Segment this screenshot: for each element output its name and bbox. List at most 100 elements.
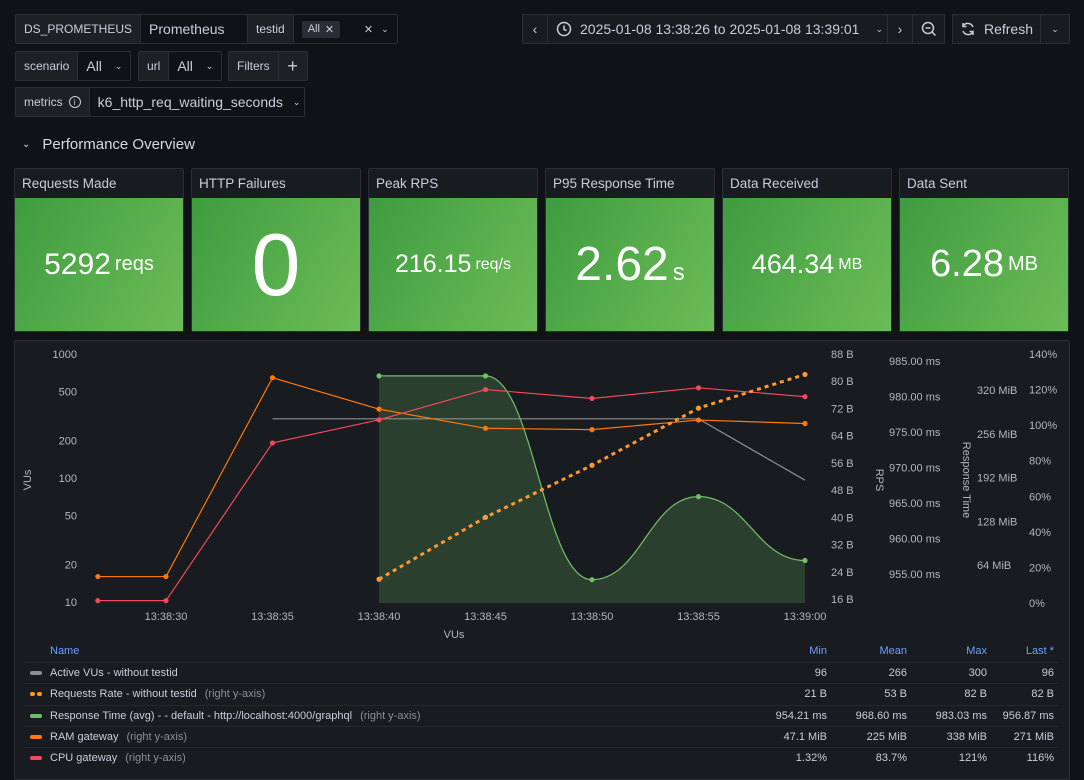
legend-last: 96	[1041, 667, 1054, 679]
legend-col-min[interactable]: Min	[752, 645, 827, 657]
legend-col-max[interactable]: Max	[907, 645, 987, 657]
legend-min: 47.1 MiB	[783, 730, 827, 743]
legend-row[interactable]: RAM gateway (right y-axis) 47.1 MiB 225 M…	[24, 725, 1058, 747]
y-right-tick: 100%	[1029, 420, 1057, 432]
x-tick: 13:38:30	[145, 611, 188, 623]
y-right-tick: 985.00 ms	[889, 356, 941, 368]
data-point	[802, 394, 808, 400]
data-point	[95, 573, 101, 580]
legend-min: 21 B	[804, 688, 827, 701]
legend-row[interactable]: Requests Rate - without testid (right y-a…	[24, 683, 1058, 704]
data-point	[589, 577, 595, 583]
series-line-active-vus	[272, 418, 806, 481]
data-point	[589, 427, 595, 433]
data-point	[269, 440, 276, 446]
legend-col-name[interactable]: Name	[24, 645, 752, 657]
y-right-tick: 256 MiB	[977, 429, 1017, 441]
legend-min: 954.21 ms	[775, 709, 827, 722]
y-left-tick: 200	[59, 436, 77, 448]
data-point	[95, 598, 101, 604]
y-right-tick: 965.00 ms	[889, 498, 941, 510]
legend-max: 121%	[958, 752, 987, 765]
legend-max: 300	[968, 667, 987, 679]
legend-swatch	[30, 671, 42, 675]
legend-max: 338 MiB	[946, 730, 987, 743]
y-right-tick: 970.00 ms	[889, 463, 941, 475]
y-right-tick: 80%	[1029, 456, 1051, 468]
data-point	[802, 371, 808, 378]
data-point	[589, 462, 595, 468]
y-right-tick: 80 B	[831, 376, 854, 388]
legend-max: 82 B	[964, 688, 987, 701]
data-point	[802, 557, 808, 564]
data-point	[695, 385, 702, 391]
legend-header: Name Min Mean Max Last *	[24, 641, 1058, 661]
legend-series-name[interactable]: Requests Rate - without testid (right y-a…	[24, 688, 752, 700]
legend-name-text: Response Time (avg) - - default - http:/…	[50, 709, 353, 722]
data-point	[695, 417, 702, 423]
legend-min: 1.32%	[795, 752, 827, 765]
legend-axis-note: (right y-axis)	[204, 688, 266, 701]
y-right-tick: 16 B	[831, 594, 854, 606]
y-right-tick: 0%	[1029, 598, 1045, 610]
x-tick: 13:38:40	[358, 611, 401, 623]
x-axis-label: VUs	[444, 629, 465, 640]
y-right-tick: 72 B	[831, 403, 854, 415]
x-tick: 13:38:55	[677, 611, 720, 623]
legend-mean: 225 MiB	[866, 730, 907, 743]
y-left-tick: 10	[65, 597, 77, 609]
y-axis-rps-label: RPS	[873, 469, 885, 492]
legend-axis-note: (right y-axis)	[126, 730, 187, 743]
data-point	[376, 417, 382, 423]
legend-name-text: RAM gateway	[50, 730, 119, 743]
y-axis-response-time-label: Response Time	[960, 442, 972, 518]
legend-mean: 83.7%	[875, 752, 907, 765]
y-right-tick: 40%	[1029, 527, 1051, 539]
y-right-tick: 24 B	[831, 567, 854, 579]
y-right-tick: 32 B	[831, 540, 854, 552]
y-right-tick: 320 MiB	[977, 385, 1017, 397]
legend-series-name[interactable]: Active VUs - without testid	[24, 667, 752, 679]
data-point	[482, 425, 489, 431]
data-point	[802, 420, 808, 427]
legend-axis-note: (right y-axis)	[125, 752, 186, 765]
data-point	[695, 405, 702, 411]
y-right-tick: 960.00 ms	[889, 534, 941, 546]
data-point	[376, 576, 382, 582]
legend-series-name[interactable]: RAM gateway (right y-axis)	[24, 731, 752, 743]
legend-name-text: Active VUs - without testid	[50, 667, 178, 679]
y-right-tick: 980.00 ms	[889, 392, 941, 404]
y-right-tick: 48 B	[831, 485, 854, 497]
legend-min: 96	[814, 667, 827, 679]
legend-mean: 53 B	[884, 688, 907, 701]
legend-last: 271 MiB	[1013, 730, 1054, 743]
timeseries-chart[interactable]: 10 20 50 100 200 500 1000 16 B 24 B 32 B 40 B 48 B…	[0, 0, 1084, 640]
legend-name-text: Requests Rate - without testid	[50, 688, 197, 701]
data-point	[269, 375, 276, 381]
legend-row[interactable]: Active VUs - without testid 96 266 300 9…	[24, 662, 1058, 683]
legend-swatch-dashed	[30, 692, 42, 697]
legend-col-last[interactable]: Last *	[987, 645, 1058, 657]
y-right-tick: 120%	[1029, 385, 1057, 397]
y-right-tick: 975.00 ms	[889, 427, 941, 439]
legend-mean: 266	[888, 667, 907, 679]
y-right-tick: 955.00 ms	[889, 569, 941, 581]
data-point	[376, 373, 382, 379]
legend-swatch	[30, 713, 42, 718]
y-right-tick: 88 B	[831, 349, 854, 361]
data-point	[163, 573, 169, 580]
y-left-tick: 100	[59, 473, 77, 485]
y-right-tick: 20%	[1029, 562, 1051, 574]
legend-mean: 968.60 ms	[855, 709, 907, 722]
y-right-tick: 140%	[1029, 349, 1057, 361]
legend-col-mean[interactable]: Mean	[827, 645, 907, 657]
y-left-tick: 1000	[53, 349, 77, 361]
data-point	[589, 395, 595, 402]
legend-series-name[interactable]: CPU gateway (right y-axis)	[24, 752, 752, 764]
legend-axis-note: (right y-axis)	[360, 709, 421, 722]
legend-row[interactable]: CPU gateway (right y-axis) 1.32% 83.7% 12…	[24, 747, 1058, 768]
data-point	[482, 373, 489, 379]
legend-swatch	[30, 756, 42, 761]
legend-series-name[interactable]: Response Time (avg) - - default - http:/…	[24, 710, 752, 722]
legend-row[interactable]: Response Time (avg) - - default - http:/…	[24, 704, 1058, 726]
